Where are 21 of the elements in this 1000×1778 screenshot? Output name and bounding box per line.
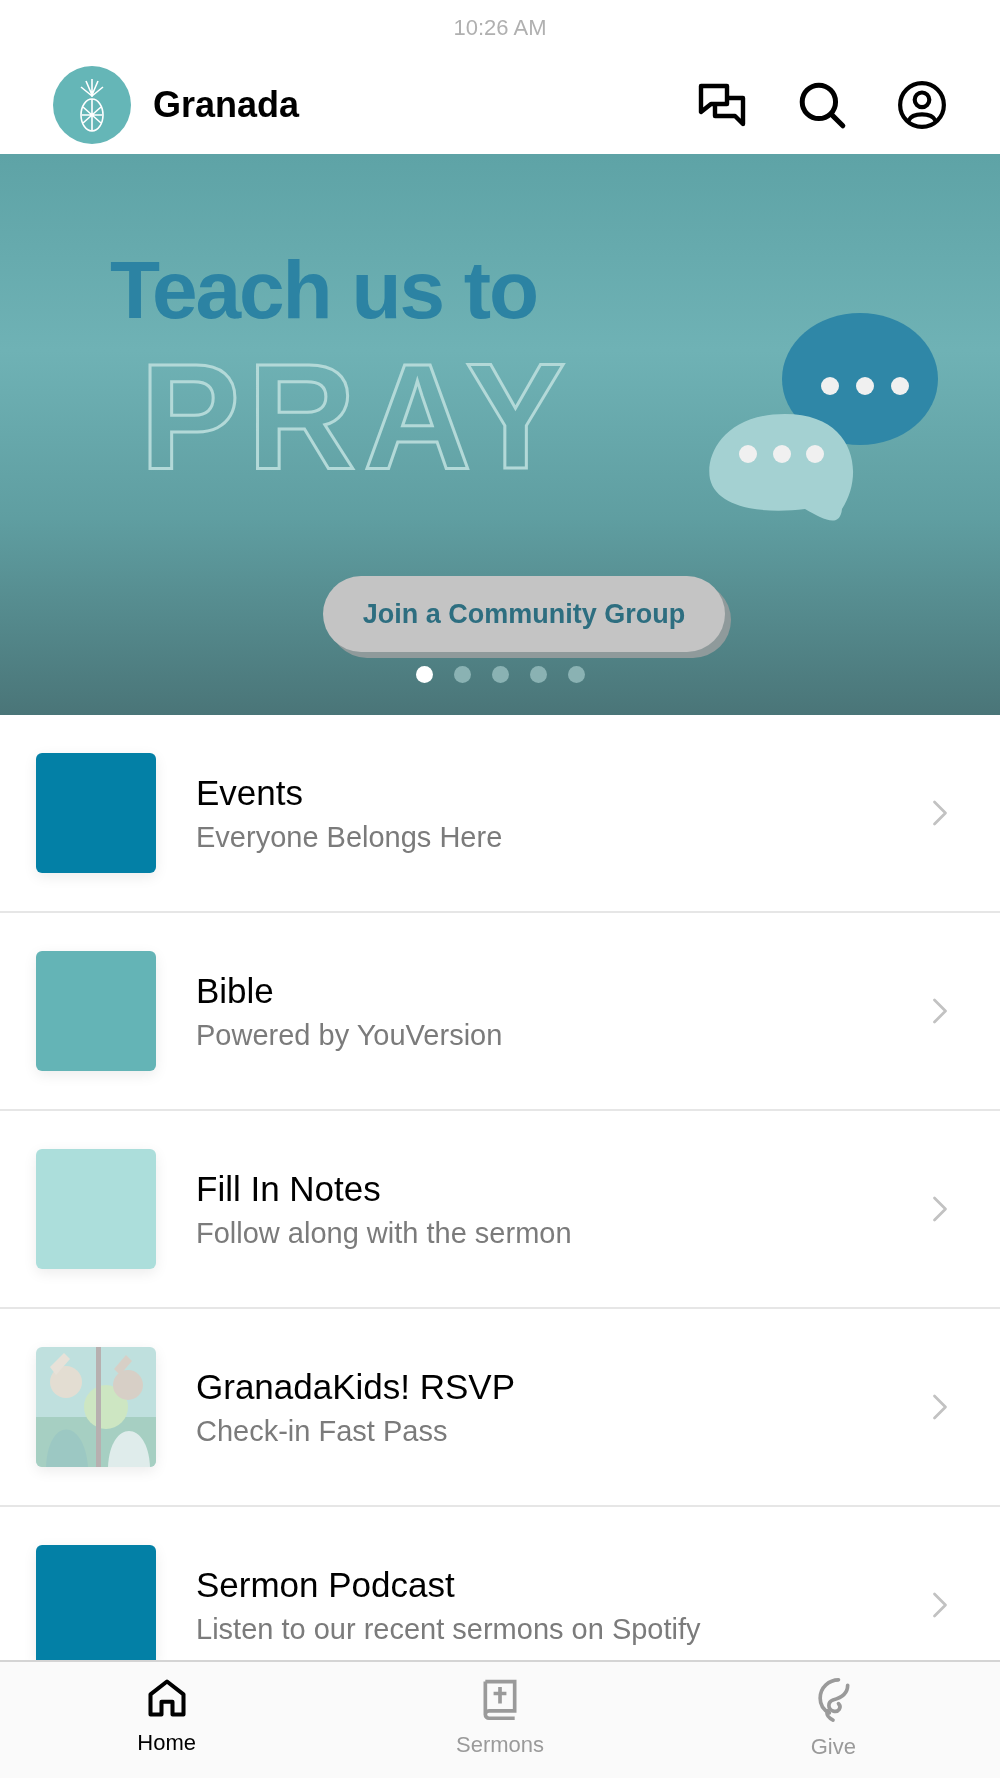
list-row[interactable]: Bible Powered by YouVersion — [0, 913, 1000, 1111]
list-row[interactable]: GranadaKids! RSVP Check-in Fast Pass — [0, 1309, 1000, 1507]
app-title: Granada — [153, 82, 300, 127]
list-row[interactable]: Fill In Notes Follow along with the sermon — [0, 1111, 1000, 1309]
row-title: Sermon Podcast — [196, 1564, 456, 1606]
row-subtitle: Powered by YouVersion — [196, 1017, 503, 1053]
row-title: Bible — [196, 970, 275, 1012]
banner-headline: Teach us to — [110, 249, 538, 331]
chat-icon[interactable] — [697, 81, 747, 128]
row-title: GranadaKids! RSVP — [196, 1366, 516, 1408]
row-subtitle: Follow along with the sermon — [196, 1215, 572, 1251]
profile-icon[interactable] — [897, 79, 947, 130]
row-title: Fill In Notes — [196, 1168, 382, 1210]
row-subtitle: Check-in Fast Pass — [196, 1413, 449, 1449]
tab[interactable]: Home — [0, 1662, 334, 1778]
row-subtitle: Listen to our recent sermons on Spotify — [196, 1611, 701, 1647]
status-time: 10:26 AM — [453, 14, 547, 42]
banner-big-word: PRAY — [140, 341, 573, 491]
row-title: Events — [196, 772, 304, 814]
row-subtitle: Everyone Belongs Here — [196, 819, 503, 855]
list-row[interactable]: Events Everyone Belongs Here — [0, 715, 1000, 913]
